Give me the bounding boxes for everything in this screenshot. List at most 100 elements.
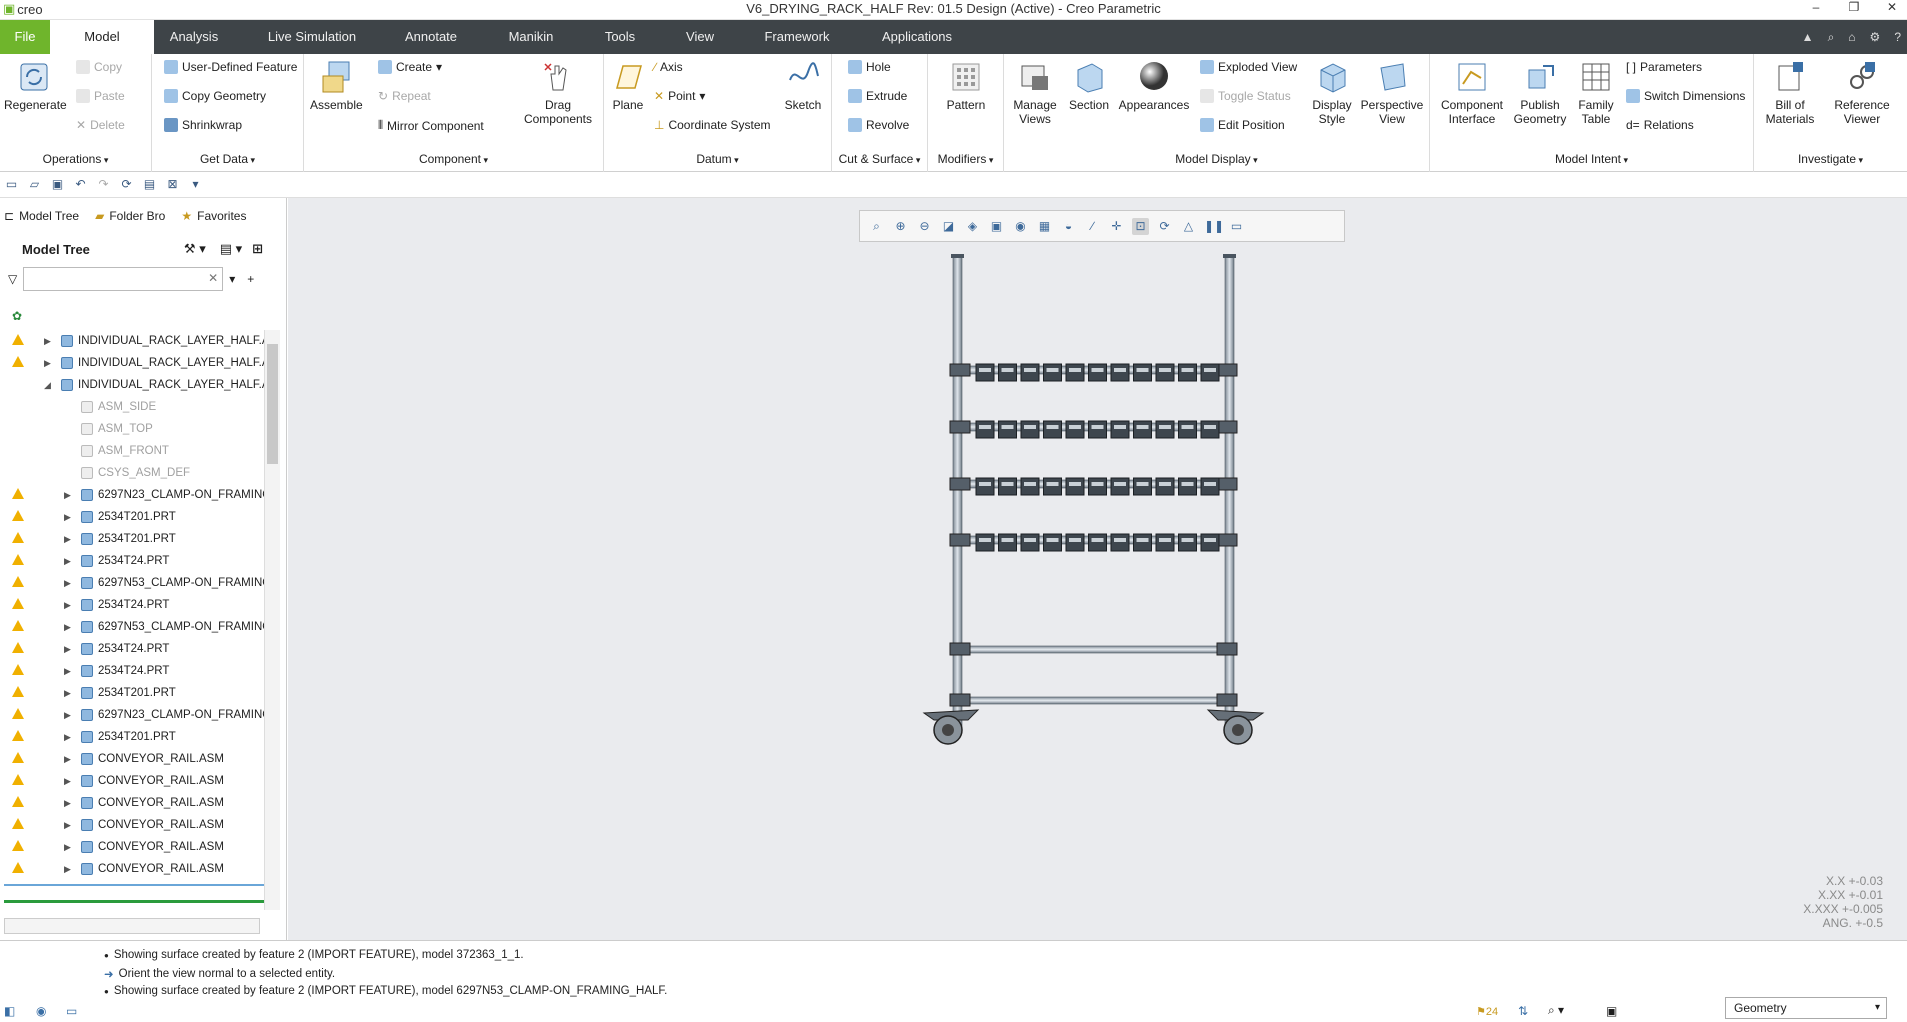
tree-row[interactable]: CSYS_ASM_DEF: [0, 462, 264, 484]
tree-splitter[interactable]: [4, 884, 264, 886]
expand-icon[interactable]: ▶: [64, 638, 71, 660]
expand-icon[interactable]: ▶: [44, 352, 51, 374]
tab-folder-browser[interactable]: ▰ Folder Bro: [95, 209, 165, 223]
toggle-navigator-icon[interactable]: ◧: [4, 1004, 15, 1018]
fullscreen-icon[interactable]: ▭: [66, 1004, 77, 1018]
regenerate-button[interactable]: Regenerate: [4, 60, 67, 112]
close-icon[interactable]: ✕: [1885, 0, 1899, 14]
switch-dimensions-button[interactable]: Switch Dimensions: [1626, 89, 1745, 103]
layer-splitter[interactable]: [4, 900, 264, 903]
shrinkwrap-button[interactable]: Shrinkwrap: [164, 118, 242, 132]
display-style-button[interactable]: Display Style: [1304, 60, 1360, 126]
tree-row[interactable]: ▶ 2534T201.PRT: [0, 528, 264, 550]
find-icon[interactable]: ⌕ ▾: [1548, 1003, 1564, 1018]
tree-row[interactable]: ▶ 6297N53_CLAMP-ON_FRAMING: [0, 616, 264, 638]
filter-icon[interactable]: ▽: [8, 272, 17, 286]
expand-icon[interactable]: ▶: [64, 682, 71, 704]
expand-icon[interactable]: ▶: [64, 792, 71, 814]
expand-icon[interactable]: ▶: [64, 572, 71, 594]
tree-vertical-scrollbar[interactable]: [264, 330, 280, 910]
tree-row[interactable]: ▶ 2534T24.PRT: [0, 594, 264, 616]
selected-items-icon[interactable]: ▣: [1606, 1004, 1617, 1018]
udf-button[interactable]: User-Defined Feature: [164, 60, 297, 74]
regenerate-small-icon[interactable]: ⟳: [119, 177, 134, 192]
expand-icon[interactable]: ▶: [64, 726, 71, 748]
tab-framework[interactable]: Framework: [756, 20, 838, 54]
perspective-view-button[interactable]: Perspective View: [1358, 60, 1426, 126]
section-button[interactable]: Section: [1066, 60, 1112, 112]
tree-row[interactable]: ◢ INDIVIDUAL_RACK_LAYER_HALF.AS: [0, 374, 264, 396]
drag-components-button[interactable]: Drag Components: [518, 60, 598, 126]
repeat-button[interactable]: ↻ Repeat: [378, 89, 431, 103]
tree-row[interactable]: ▶ 6297N53_CLAMP-ON_FRAMING: [0, 572, 264, 594]
assemble-button[interactable]: Assemble: [310, 60, 363, 112]
tab-model-tree[interactable]: ⊏ Model Tree: [4, 209, 79, 223]
component-group-label[interactable]: Component: [304, 152, 603, 166]
hole-button[interactable]: Hole: [848, 60, 891, 74]
help-icon[interactable]: ?: [1894, 30, 1901, 44]
tab-file[interactable]: File: [0, 20, 50, 54]
model-display-group-label[interactable]: Model Display: [1004, 152, 1429, 166]
tab-view[interactable]: View: [676, 20, 724, 54]
selection-filter-select[interactable]: Geometry: [1725, 997, 1887, 1019]
publish-geometry-button[interactable]: Publish Geometry: [1510, 60, 1570, 126]
search-icon[interactable]: ⌕: [1828, 30, 1835, 45]
tree-row[interactable]: ▶ CONVEYOR_RAIL.ASM: [0, 836, 264, 858]
create-button[interactable]: Create ▾: [378, 60, 442, 74]
appearances-button[interactable]: Appearances: [1116, 60, 1192, 112]
expand-icon[interactable]: ▶: [64, 770, 71, 792]
datum-group-label[interactable]: Datum: [604, 152, 831, 166]
tab-manikin[interactable]: Manikin: [500, 20, 562, 54]
clear-search-icon[interactable]: ✕: [208, 271, 218, 285]
settings-icon[interactable]: ⚙: [1870, 30, 1881, 44]
tree-horizontal-scrollbar[interactable]: [4, 918, 260, 934]
tree-row[interactable]: ▶ 2534T201.PRT: [0, 726, 264, 748]
tab-favorites[interactable]: ★ Favorites: [181, 209, 246, 223]
tree-row[interactable]: ASM_SIDE: [0, 396, 264, 418]
paste-button[interactable]: Paste: [76, 89, 125, 103]
regen-flag-icon[interactable]: ⚑24: [1476, 1005, 1498, 1018]
redo-icon[interactable]: ↷: [96, 177, 111, 192]
tree-settings-icon[interactable]: ⚒ ▾: [184, 241, 206, 257]
scroll-thumb[interactable]: [267, 344, 278, 464]
sketch-button[interactable]: Sketch: [780, 60, 826, 112]
cut-surface-group-label[interactable]: Cut & Surface: [832, 152, 927, 166]
relations-button[interactable]: d= Relations: [1626, 118, 1694, 132]
revolve-button[interactable]: Revolve: [848, 118, 909, 132]
coordinate-system-button[interactable]: ⊥ Coordinate System: [654, 118, 771, 132]
component-interface-button[interactable]: Component Interface: [1434, 60, 1510, 126]
tree-row[interactable]: ▶ 2534T24.PRT: [0, 638, 264, 660]
expand-icon[interactable]: ▶: [64, 594, 71, 616]
tree-row[interactable]: ▶ CONVEYOR_RAIL.ASM: [0, 814, 264, 836]
tree-columns-icon[interactable]: ⊞: [252, 241, 263, 257]
tree-row[interactable]: ▶ CONVEYOR_RAIL.ASM: [0, 748, 264, 770]
tree-row[interactable]: ▶ 2534T24.PRT: [0, 660, 264, 682]
restore-icon[interactable]: ❐: [1847, 0, 1861, 14]
tree-row[interactable]: ▶ CONVEYOR_RAIL.ASM: [0, 858, 264, 880]
tree-row[interactable]: ▶ 6297N23_CLAMP-ON_FRAMING: [0, 704, 264, 726]
point-button[interactable]: ✕ Point ▾: [654, 89, 705, 103]
plane-button[interactable]: Plane: [608, 60, 648, 112]
tree-search-input[interactable]: ✕: [23, 267, 224, 291]
tab-applications[interactable]: Applications: [872, 20, 962, 54]
tree-row[interactable]: ▶ INDIVIDUAL_RACK_LAYER_HALF.AS: [0, 352, 264, 374]
edit-position-button[interactable]: Edit Position: [1200, 118, 1285, 132]
rack-model-view[interactable]: [288, 198, 1907, 940]
copy-geometry-button[interactable]: Copy Geometry: [164, 89, 266, 103]
model-intent-group-label[interactable]: Model Intent: [1430, 152, 1753, 166]
tab-tools[interactable]: Tools: [596, 20, 644, 54]
graphics-window[interactable]: ⌕ ⊕ ⊖ ◪ ◈ ▣ ◉ ▦ ◒ ∕ ✛ ⊡ ⟳ △ ❚❚ ▭ X.X +-0…: [288, 198, 1907, 940]
tab-live-simulation[interactable]: Live Simulation: [262, 20, 362, 54]
expand-icon[interactable]: ▶: [64, 550, 71, 572]
collapse-ribbon-icon[interactable]: ▲: [1802, 30, 1814, 44]
expand-icon[interactable]: ▶: [64, 704, 71, 726]
tree-row[interactable]: ▶ 2534T24.PRT: [0, 550, 264, 572]
modifiers-group-label[interactable]: Modifiers: [928, 152, 1003, 166]
tab-analysis[interactable]: Analysis: [162, 20, 226, 54]
family-table-button[interactable]: Family Table: [1570, 60, 1622, 126]
tree-row[interactable]: ▶ 6297N23_CLAMP-ON_FRAMING: [0, 484, 264, 506]
undo-icon[interactable]: ↶: [73, 177, 88, 192]
new-icon[interactable]: ▭: [4, 177, 19, 192]
expand-icon[interactable]: ▶: [64, 506, 71, 528]
tree-root-icon[interactable]: ✿: [12, 309, 22, 323]
